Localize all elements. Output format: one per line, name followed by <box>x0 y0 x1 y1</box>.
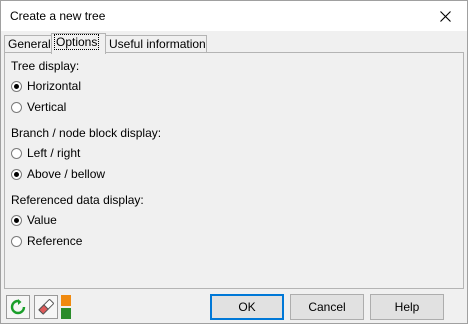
tab-options-label: Options <box>53 34 100 50</box>
close-button[interactable] <box>423 1 467 31</box>
tree-display-label: Tree display: <box>11 59 80 73</box>
radio-button[interactable] <box>11 80 22 92</box>
radio-left-right[interactable]: Left / right <box>11 146 80 160</box>
radio-button[interactable] <box>11 147 22 159</box>
radio-button[interactable] <box>11 214 22 226</box>
radio-label: Vertical <box>27 100 67 114</box>
radio-vertical[interactable]: Vertical <box>11 100 66 114</box>
dialog-window: Create a new tree General Options Useful… <box>0 0 468 324</box>
tab-useful-information-label: Useful information <box>109 37 206 51</box>
cancel-button[interactable]: Cancel <box>290 294 364 320</box>
help-button[interactable]: Help <box>370 294 444 320</box>
bottom-toolbar: OK Cancel Help <box>1 291 467 323</box>
radio-button[interactable] <box>11 168 22 180</box>
tab-general-label: General <box>8 37 51 51</box>
color-swatch-button[interactable] <box>61 295 71 319</box>
eraser-icon <box>38 299 54 315</box>
options-panel: Tree display: Horizontal Vertical Branch… <box>4 52 464 289</box>
radio-above-bellow[interactable]: Above / bellow <box>11 167 105 181</box>
window-title: Create a new tree <box>10 9 106 23</box>
tab-options[interactable]: Options <box>51 33 106 54</box>
radio-button[interactable] <box>11 101 22 113</box>
radio-label: Left / right <box>27 146 81 160</box>
radio-label: Above / bellow <box>27 167 106 181</box>
tab-general[interactable]: General <box>4 35 55 53</box>
title-bar: Create a new tree <box>1 1 467 31</box>
radio-button[interactable] <box>11 235 22 247</box>
color-swatch-icon <box>61 295 71 319</box>
radio-label: Horizontal <box>27 79 82 93</box>
refresh-button[interactable] <box>6 295 30 319</box>
radio-value[interactable]: Value <box>11 213 57 227</box>
eraser-button[interactable] <box>34 295 58 319</box>
radio-label: Value <box>27 213 57 227</box>
tab-useful-information[interactable]: Useful information <box>105 35 207 53</box>
radio-reference[interactable]: Reference <box>11 234 82 248</box>
radio-label: Reference <box>27 234 83 248</box>
refresh-icon <box>10 299 26 315</box>
radio-horizontal[interactable]: Horizontal <box>11 79 81 93</box>
branch-display-label: Branch / node block display: <box>11 126 162 140</box>
referenced-display-label: Referenced data display: <box>11 193 144 207</box>
ok-button[interactable]: OK <box>210 294 284 320</box>
close-icon <box>439 10 451 22</box>
